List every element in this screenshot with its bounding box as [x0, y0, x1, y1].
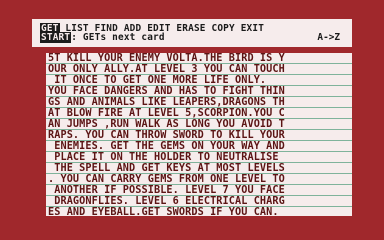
card-line: ENEMIES. GET THE GEMS ON YOUR WAY AND — [48, 141, 285, 152]
card-line: RAPS. YOU CAN THROW SWORD TO KILL YOUR — [48, 130, 285, 141]
card-line: 5T KILL YOUR ENEMY VOLTA.THE BIRD IS Y — [48, 53, 285, 64]
card-line: YOU FACE DANGERS AND HAS TO FIGHT THIN — [48, 86, 285, 97]
card-line: GS AND ANIMALS LIKE LEAPERS,DRAGONS TH — [48, 97, 285, 108]
card-line: ANOTHER IF POSSIBLE. LEVEL 7 YOU FACE — [48, 185, 285, 196]
menu-hint: START: GETs next card — [40, 32, 165, 43]
note-card: 5T KILL YOUR ENEMY VOLTA.THE BIRD IS Y O… — [46, 53, 352, 216]
card-line: OUR ONLY ALLY.AT LEVEL 3 YOU CAN TOUCH — [48, 64, 285, 75]
card-line: PLACE IT ON THE HOLDER TO NEUTRALISE — [48, 152, 279, 163]
card-line: THE SPELL AND GET KEYS AT MOST LEVELS — [48, 163, 285, 174]
card-line: AT BLOW FIRE AT LEVEL 5,SCORPION.YOU C — [48, 108, 285, 119]
start-key-label: START — [40, 32, 72, 43]
atari-screen: GET LIST FIND ADD EDIT ERASE COPY EXIT S… — [32, 19, 352, 224]
card-line: DRAGONFLIES. LEVEL 6 ELECTRICAL CHARG — [48, 196, 285, 207]
card-line: . YOU CAN CARRY GEMS FROM ONE LEVEL TO — [48, 174, 285, 185]
card-line: IT ONCE TO GET ONE MORE LIFE ONLY. — [48, 75, 267, 86]
sort-order-indicator: A->Z — [317, 32, 340, 43]
command-menu: GET LIST FIND ADD EDIT ERASE COPY EXIT S… — [32, 19, 352, 47]
start-description: : GETs next card — [71, 32, 165, 43]
card-line: ES AND EYEBALL.GET SWORDS IF YOU CAN. — [48, 207, 279, 216]
card-line: AN JUMPS ,RUN WALK AS LONG YOU AVOID T — [48, 119, 285, 130]
